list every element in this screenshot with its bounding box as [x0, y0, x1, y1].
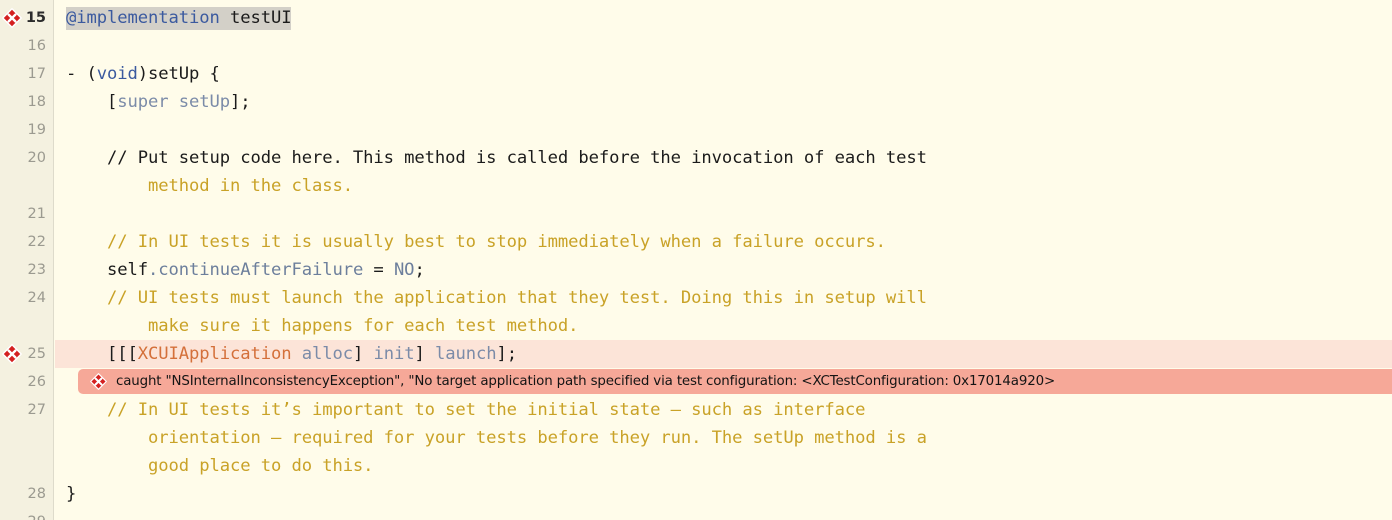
code-text-18: [super setUp]; — [66, 88, 1392, 116]
code-line-20[interactable]: 20 // Put setup code here. This method i… — [0, 144, 1392, 200]
code-token-constant: NO — [393, 260, 415, 280]
code-token-class: XCUIApplication — [137, 344, 292, 364]
code-token-message: init — [373, 344, 415, 364]
code-token-punct: ]; — [229, 92, 251, 112]
code-token-message: launch — [434, 344, 497, 364]
code-line-27[interactable]: 27 // In UI tests it’s important to set … — [0, 396, 1392, 480]
code-token-keyword: void — [96, 64, 138, 84]
code-line-16[interactable]: 16 — [0, 32, 1392, 60]
code-token-punct: ; — [414, 260, 425, 280]
line-number-16: 16 — [27, 38, 46, 54]
code-token-punct: ] — [414, 344, 435, 364]
line-number-26: 26 — [27, 374, 46, 390]
code-text-27-continuation-2: good place to do this. — [66, 456, 374, 476]
error-badge-icon[interactable] — [2, 344, 22, 364]
code-text-20: // Put setup code here. This method is c… — [66, 148, 927, 168]
code-token-punct: ]; — [496, 344, 517, 364]
code-line-18[interactable]: 18 [super setUp]; — [0, 88, 1392, 116]
code-text-22: // In UI tests it is usually best to sto… — [66, 232, 886, 252]
code-text-25: [[[XCUIApplication alloc] init] launch]; — [66, 340, 1392, 368]
inline-error-banner[interactable]: caught "NSInternalInconsistencyException… — [78, 369, 1392, 394]
code-line-17[interactable]: 17 - (void)setUp { — [0, 60, 1392, 88]
code-text-27-continuation: orientation — required for your tests be… — [66, 428, 927, 448]
line-number-18: 18 — [27, 94, 46, 110]
code-line-25[interactable]: 25 [[[XCUIApplication alloc] init] launc… — [0, 340, 1392, 368]
line-number-17: 17 — [27, 66, 46, 82]
code-editor[interactable]: 15 @implementation testUI 16 17 - (void)… — [0, 0, 1392, 520]
code-text-23: self.continueAfterFailure = NO; — [66, 256, 1392, 284]
line-number-19: 19 — [27, 122, 46, 138]
code-token-punct: - ( — [66, 64, 97, 84]
code-text-20-continuation: method in the class. — [66, 176, 353, 196]
code-line-22[interactable]: 22 // In UI tests it is usually best to … — [0, 228, 1392, 256]
code-line-19[interactable]: 19 — [0, 116, 1392, 144]
code-token-keyword: @implementation — [66, 8, 220, 28]
code-text-24: // UI tests must launch the application … — [66, 288, 927, 308]
code-line-28[interactable]: 28 } — [0, 480, 1392, 508]
code-line-21[interactable]: 21 — [0, 200, 1392, 228]
code-line-23[interactable]: 23 self.continueAfterFailure = NO; — [0, 256, 1392, 284]
code-token-identifier: testUI — [219, 8, 292, 28]
line-number-24: 24 — [27, 290, 46, 306]
code-token-identifier: )setUp { — [137, 64, 220, 84]
code-line-26[interactable]: 26 caught "NSInternalInconsistencyExcept… — [0, 368, 1392, 396]
code-token-operator: = — [363, 260, 394, 280]
code-token-punct: ] — [352, 344, 374, 364]
line-number-20: 20 — [27, 150, 46, 166]
code-text-28: } — [66, 484, 77, 504]
code-text-15: @implementation testUI — [66, 4, 1392, 32]
code-text-17: - (void)setUp { — [66, 60, 1392, 88]
error-badge-icon[interactable] — [2, 8, 22, 28]
line-number-29: 29 — [0, 508, 46, 520]
line-number-23: 23 — [27, 262, 46, 278]
line-number-27: 27 — [27, 402, 46, 418]
code-line-29[interactable]: 29 — [0, 508, 1392, 520]
line-number-22: 22 — [27, 234, 46, 250]
code-token-punct: [[[ — [66, 344, 138, 364]
code-token-punct: [ — [66, 92, 118, 112]
code-token-message: alloc — [301, 344, 353, 364]
error-badge-icon — [90, 373, 107, 390]
line-number-21: 21 — [27, 206, 46, 222]
code-text-24-continuation: make sure it happens for each test metho… — [66, 316, 579, 336]
code-token-identifier: self — [66, 260, 148, 280]
code-text-27: // In UI tests it’s important to set the… — [66, 400, 866, 420]
code-token-message: super setUp — [117, 92, 230, 112]
error-message-text: caught "NSInternalInconsistencyException… — [116, 374, 1056, 389]
code-line-15[interactable]: 15 @implementation testUI — [0, 4, 1392, 32]
line-number-28: 28 — [27, 486, 46, 502]
code-token-property: .continueAfterFailure — [147, 260, 364, 280]
code-line-24[interactable]: 24 // UI tests must launch the applicati… — [0, 284, 1392, 340]
